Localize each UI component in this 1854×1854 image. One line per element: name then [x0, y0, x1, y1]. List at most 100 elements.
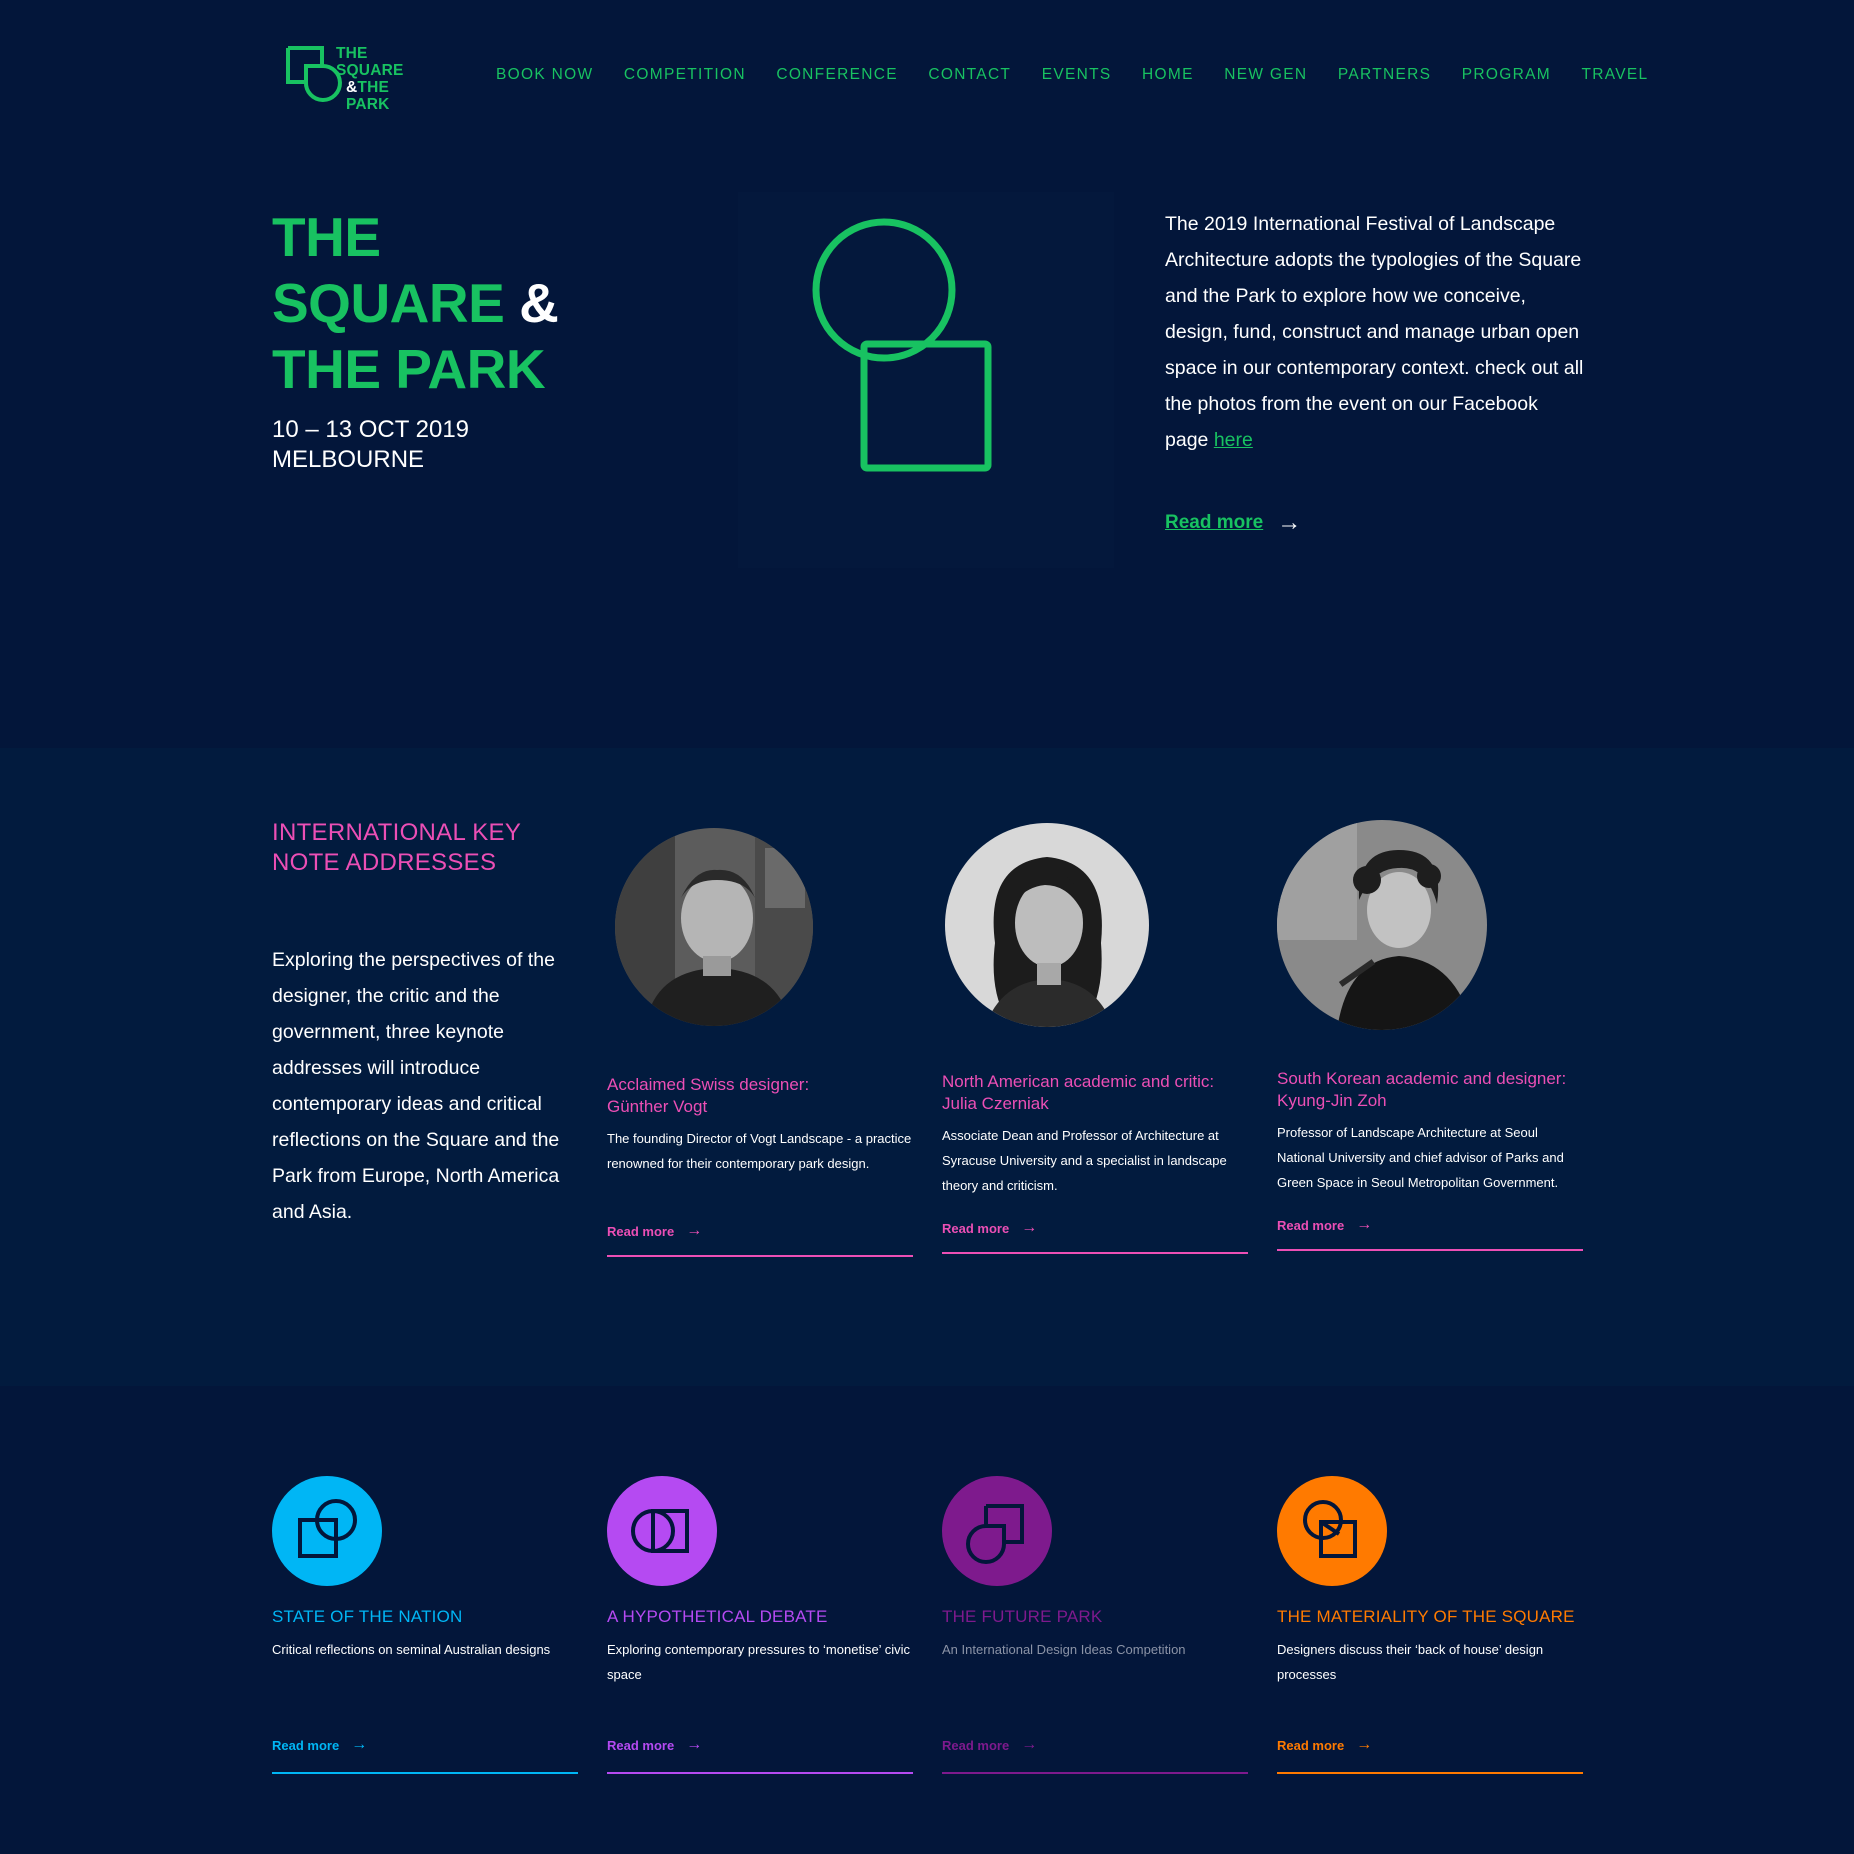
half-circle-square-icon	[631, 1509, 689, 1553]
nav-events[interactable]: EVENTS	[1042, 66, 1112, 84]
theme-icon-badge[interactable]	[942, 1476, 1052, 1586]
theme-read-more-link[interactable]: Read more →	[1277, 1736, 1372, 1754]
theme-underline	[1277, 1772, 1583, 1774]
theme-icon-badge[interactable]	[272, 1476, 382, 1586]
portrait-speaker-icon	[1277, 820, 1487, 1030]
logo-wordmark[interactable]: THE SQUARE &THE PARK	[336, 45, 404, 113]
theme-read-more-link[interactable]: Read more →	[607, 1736, 702, 1754]
arrow-right-icon: →	[1356, 1216, 1373, 1233]
theme-read-more-label: Read more	[1277, 1737, 1345, 1753]
theme-description: Exploring contemporary pressures to ‘mon…	[607, 1642, 910, 1682]
nav-program[interactable]: PROGRAM	[1462, 66, 1551, 84]
theme-description: Designers discuss their ‘back of house’ …	[1277, 1642, 1544, 1682]
speaker-desc-zoh: Professor of Landscape Architecture at S…	[1277, 1125, 1564, 1190]
theme-icon-badge[interactable]	[607, 1476, 717, 1586]
theme-card-state-of-the-nation: STATE OF THE NATION Critical reflections…	[272, 1476, 578, 1776]
speaker-role-vogt: Acclaimed Swiss designer:	[607, 1075, 810, 1094]
speaker-read-more-vogt[interactable]: Read more →	[607, 1222, 702, 1240]
speaker-role-czerniak: North American academic and critic:	[942, 1072, 1215, 1091]
circle-square-overlap-icon	[1303, 1500, 1357, 1558]
hero-description: The 2019 International Festival of Lands…	[1165, 206, 1585, 458]
speaker-title-czerniak: North American academic and critic: Juli…	[942, 1071, 1252, 1115]
portrait-man-icon	[615, 828, 813, 1026]
theme-underline	[272, 1772, 578, 1774]
theme-card-hypothetical-debate: A HYPOTHETICAL DEBATE Exploring contempo…	[607, 1476, 913, 1776]
nav-competition[interactable]: COMPETITION	[624, 66, 746, 84]
hero-section: THE SQUARE & THE PARK 10 – 13 OCT 2019 M…	[0, 160, 1854, 748]
square-notch-icon	[966, 1504, 1024, 1564]
theme-underline	[942, 1772, 1248, 1774]
theme-description: An International Design Ideas Competitio…	[942, 1642, 1186, 1657]
speaker-underline	[1277, 1249, 1583, 1251]
hero-location: MELBOURNE	[272, 446, 425, 473]
site-header: THE SQUARE &THE PARK BOOK NOW COMPETITIO…	[0, 0, 1854, 160]
hero-title: THE SQUARE & THE PARK	[272, 204, 559, 402]
hero-description-text: The 2019 International Festival of Lands…	[1165, 213, 1584, 451]
speaker-read-more-label: Read more	[942, 1220, 1010, 1236]
hero-graphic	[738, 192, 1114, 568]
circle-square-icon	[812, 218, 992, 472]
theme-title: THE FUTURE PARK	[942, 1607, 1103, 1626]
nav-travel[interactable]: TRAVEL	[1582, 66, 1649, 84]
arrow-right-icon: →	[1277, 509, 1302, 536]
theme-read-more-link[interactable]: Read more →	[272, 1736, 367, 1754]
speaker-read-more-zoh[interactable]: Read more →	[1277, 1216, 1372, 1234]
speaker-underline	[607, 1255, 913, 1257]
logo-line-4: PARK	[346, 96, 390, 113]
hero-title-line-2: SQUARE &	[272, 270, 559, 336]
keynotes-section: INTERNATIONAL KEY NOTE ADDRESSES Explori…	[0, 748, 1854, 1386]
theme-read-more-label: Read more	[272, 1737, 340, 1753]
logo-line-3: &THE	[336, 79, 404, 96]
speaker-desc-czerniak: Associate Dean and Professor of Architec…	[942, 1128, 1227, 1193]
arrow-right-icon: →	[1356, 1736, 1373, 1753]
speaker-read-more-label: Read more	[607, 1223, 675, 1239]
nav-book-now[interactable]: BOOK NOW	[496, 66, 593, 84]
theme-read-more-label: Read more	[607, 1737, 675, 1753]
nav-home[interactable]: HOME	[1142, 66, 1194, 84]
theme-title: THE MATERIALITY OF THE SQUARE	[1277, 1607, 1575, 1626]
theme-title: A HYPOTHETICAL DEBATE	[607, 1607, 828, 1626]
theme-title: STATE OF THE NATION	[272, 1607, 463, 1626]
main-nav: BOOK NOW COMPETITION CONFERENCE CONTACT …	[496, 66, 1679, 84]
hero-title-line-3: THE PARK	[272, 338, 546, 400]
themes-section: STATE OF THE NATION Critical reflections…	[0, 1386, 1854, 1854]
nav-contact[interactable]: CONTACT	[928, 66, 1011, 84]
hero-read-more-link[interactable]: Read more →	[1165, 509, 1302, 536]
nav-partners[interactable]: PARTNERS	[1338, 66, 1431, 84]
arrow-right-icon: →	[1021, 1736, 1038, 1753]
hero-title-ampersand: &	[519, 272, 559, 334]
logo-line-1: THE	[336, 45, 368, 62]
speaker-photo-vogt[interactable]	[615, 828, 813, 1026]
speaker-read-more-czerniak[interactable]: Read more →	[942, 1219, 1037, 1237]
theme-icon-badge[interactable]	[1277, 1476, 1387, 1586]
hero-date: 10 – 13 OCT 2019	[272, 416, 470, 443]
speaker-title-vogt: Acclaimed Swiss designer: Günther Vogt	[607, 1074, 917, 1118]
hero-date-location: 10 – 13 OCT 2019 MELBOURNE	[272, 415, 469, 475]
theme-description: Critical reflections on seminal Australi…	[272, 1642, 551, 1657]
logo-line-3-rest: THE	[357, 79, 390, 96]
speaker-read-more-label: Read more	[1277, 1217, 1345, 1233]
hero-title-line-1: THE	[272, 206, 381, 268]
theme-read-more-label: Read more	[942, 1737, 1010, 1753]
square-circle-icon	[298, 1499, 357, 1558]
hero-title-square: SQUARE	[272, 272, 505, 334]
speaker-photo-zoh[interactable]	[1277, 820, 1487, 1030]
speaker-role-zoh: South Korean academic and designer:	[1277, 1069, 1567, 1088]
speaker-name-zoh: Kyung-Jin Zoh	[1277, 1091, 1387, 1110]
logo-ampersand: &	[346, 79, 358, 96]
theme-read-more-link[interactable]: Read more →	[942, 1736, 1037, 1754]
nav-new-gen[interactable]: NEW GEN	[1224, 66, 1307, 84]
speaker-photo-czerniak[interactable]	[945, 823, 1149, 1027]
keynotes-heading: INTERNATIONAL KEY NOTE ADDRESSES	[272, 819, 521, 876]
nav-conference[interactable]: CONFERENCE	[776, 66, 898, 84]
arrow-right-icon: →	[686, 1222, 703, 1239]
speaker-desc-vogt: The founding Director of Vogt Landscape …	[607, 1131, 912, 1171]
facebook-here-link[interactable]: here	[1214, 429, 1253, 451]
speaker-name-vogt: Günther Vogt	[607, 1097, 708, 1116]
hero-read-more-label: Read more	[1165, 512, 1264, 533]
speaker-name-czerniak: Julia Czerniak	[942, 1094, 1049, 1113]
portrait-woman-icon	[945, 823, 1149, 1027]
speaker-underline	[942, 1252, 1248, 1254]
arrow-right-icon: →	[686, 1736, 703, 1753]
logo-line-2: SQUARE	[336, 62, 404, 79]
